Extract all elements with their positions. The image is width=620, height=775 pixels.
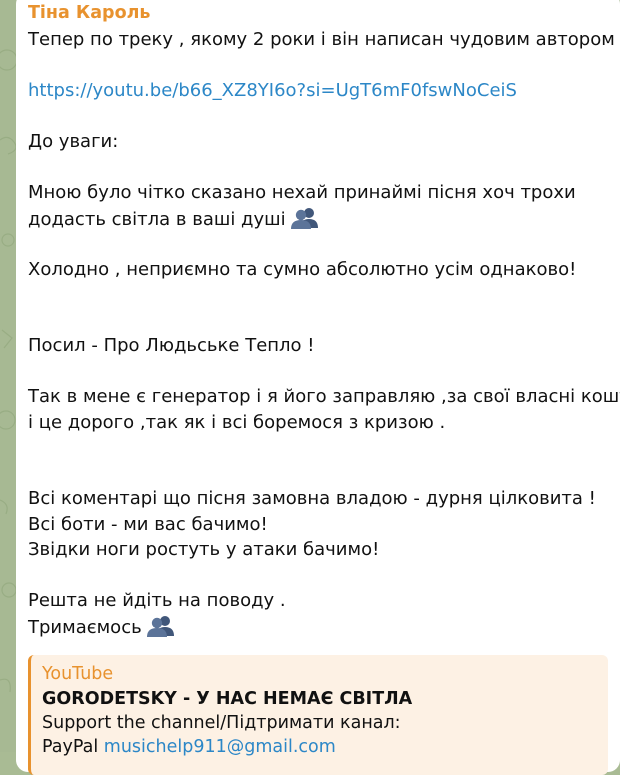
message-line: Холодно , неприємно та сумно абсолютно у… <box>28 258 577 280</box>
youtube-link[interactable]: https://youtu.be/b66_XZ8YI6o?si=UgT6mF0f… <box>28 78 620 104</box>
message-line-text: Тримаємось <box>28 616 142 638</box>
message-line-text: додасть світла в ваші душі <box>28 208 286 230</box>
preview-title: GORODETSKY - У НАС НЕМАЄ СВІТЛА <box>42 689 413 709</box>
message-line: Мною було чітко сказано нехай принаймі п… <box>28 182 576 203</box>
link-preview[interactable]: YouTube GORODETSKY - У НАС НЕМАЄ СВІТЛА … <box>28 655 608 775</box>
message-line: Решта не йдіть на поводу . <box>28 590 286 611</box>
preview-site-name: YouTube <box>42 664 114 684</box>
sender-name[interactable]: Тіна Кароль <box>28 2 620 24</box>
message-line: Тримаємось <box>28 614 620 640</box>
message-line: Звідки ноги ростуть у атаки бачимо! <box>28 539 380 560</box>
message-line: Тепер по треку , якому 2 роки і він напи… <box>28 29 620 50</box>
message-line: Посил - Про Людьське Тепло ! <box>28 335 315 356</box>
message-line: До уваги: <box>28 131 119 152</box>
message-line: Так в мене є генератор і я його заправля… <box>28 386 620 407</box>
message-line: Всі боти - ми вас бачимо! <box>28 513 268 535</box>
message-line: Всі коментарі що пісня замовна владою - … <box>28 488 596 509</box>
message-line: додасть світла в ваші душі <box>28 206 620 232</box>
preview-email-link[interactable]: musichelp911@gmail.com <box>104 737 336 757</box>
message-text: Тепер по треку , якому 2 роки і він напи… <box>28 27 620 639</box>
message-line: і це дорого ,так як і всі боремося з кри… <box>28 411 446 433</box>
busts-in-silhouette-icon <box>290 206 320 238</box>
busts-in-silhouette-icon <box>146 614 176 646</box>
preview-paypal-label: PayPal <box>42 737 104 757</box>
preview-description: PayPal musichelp911@gmail.com <box>42 735 608 759</box>
preview-description: Support the channel/Підтримати канал: <box>42 713 401 733</box>
